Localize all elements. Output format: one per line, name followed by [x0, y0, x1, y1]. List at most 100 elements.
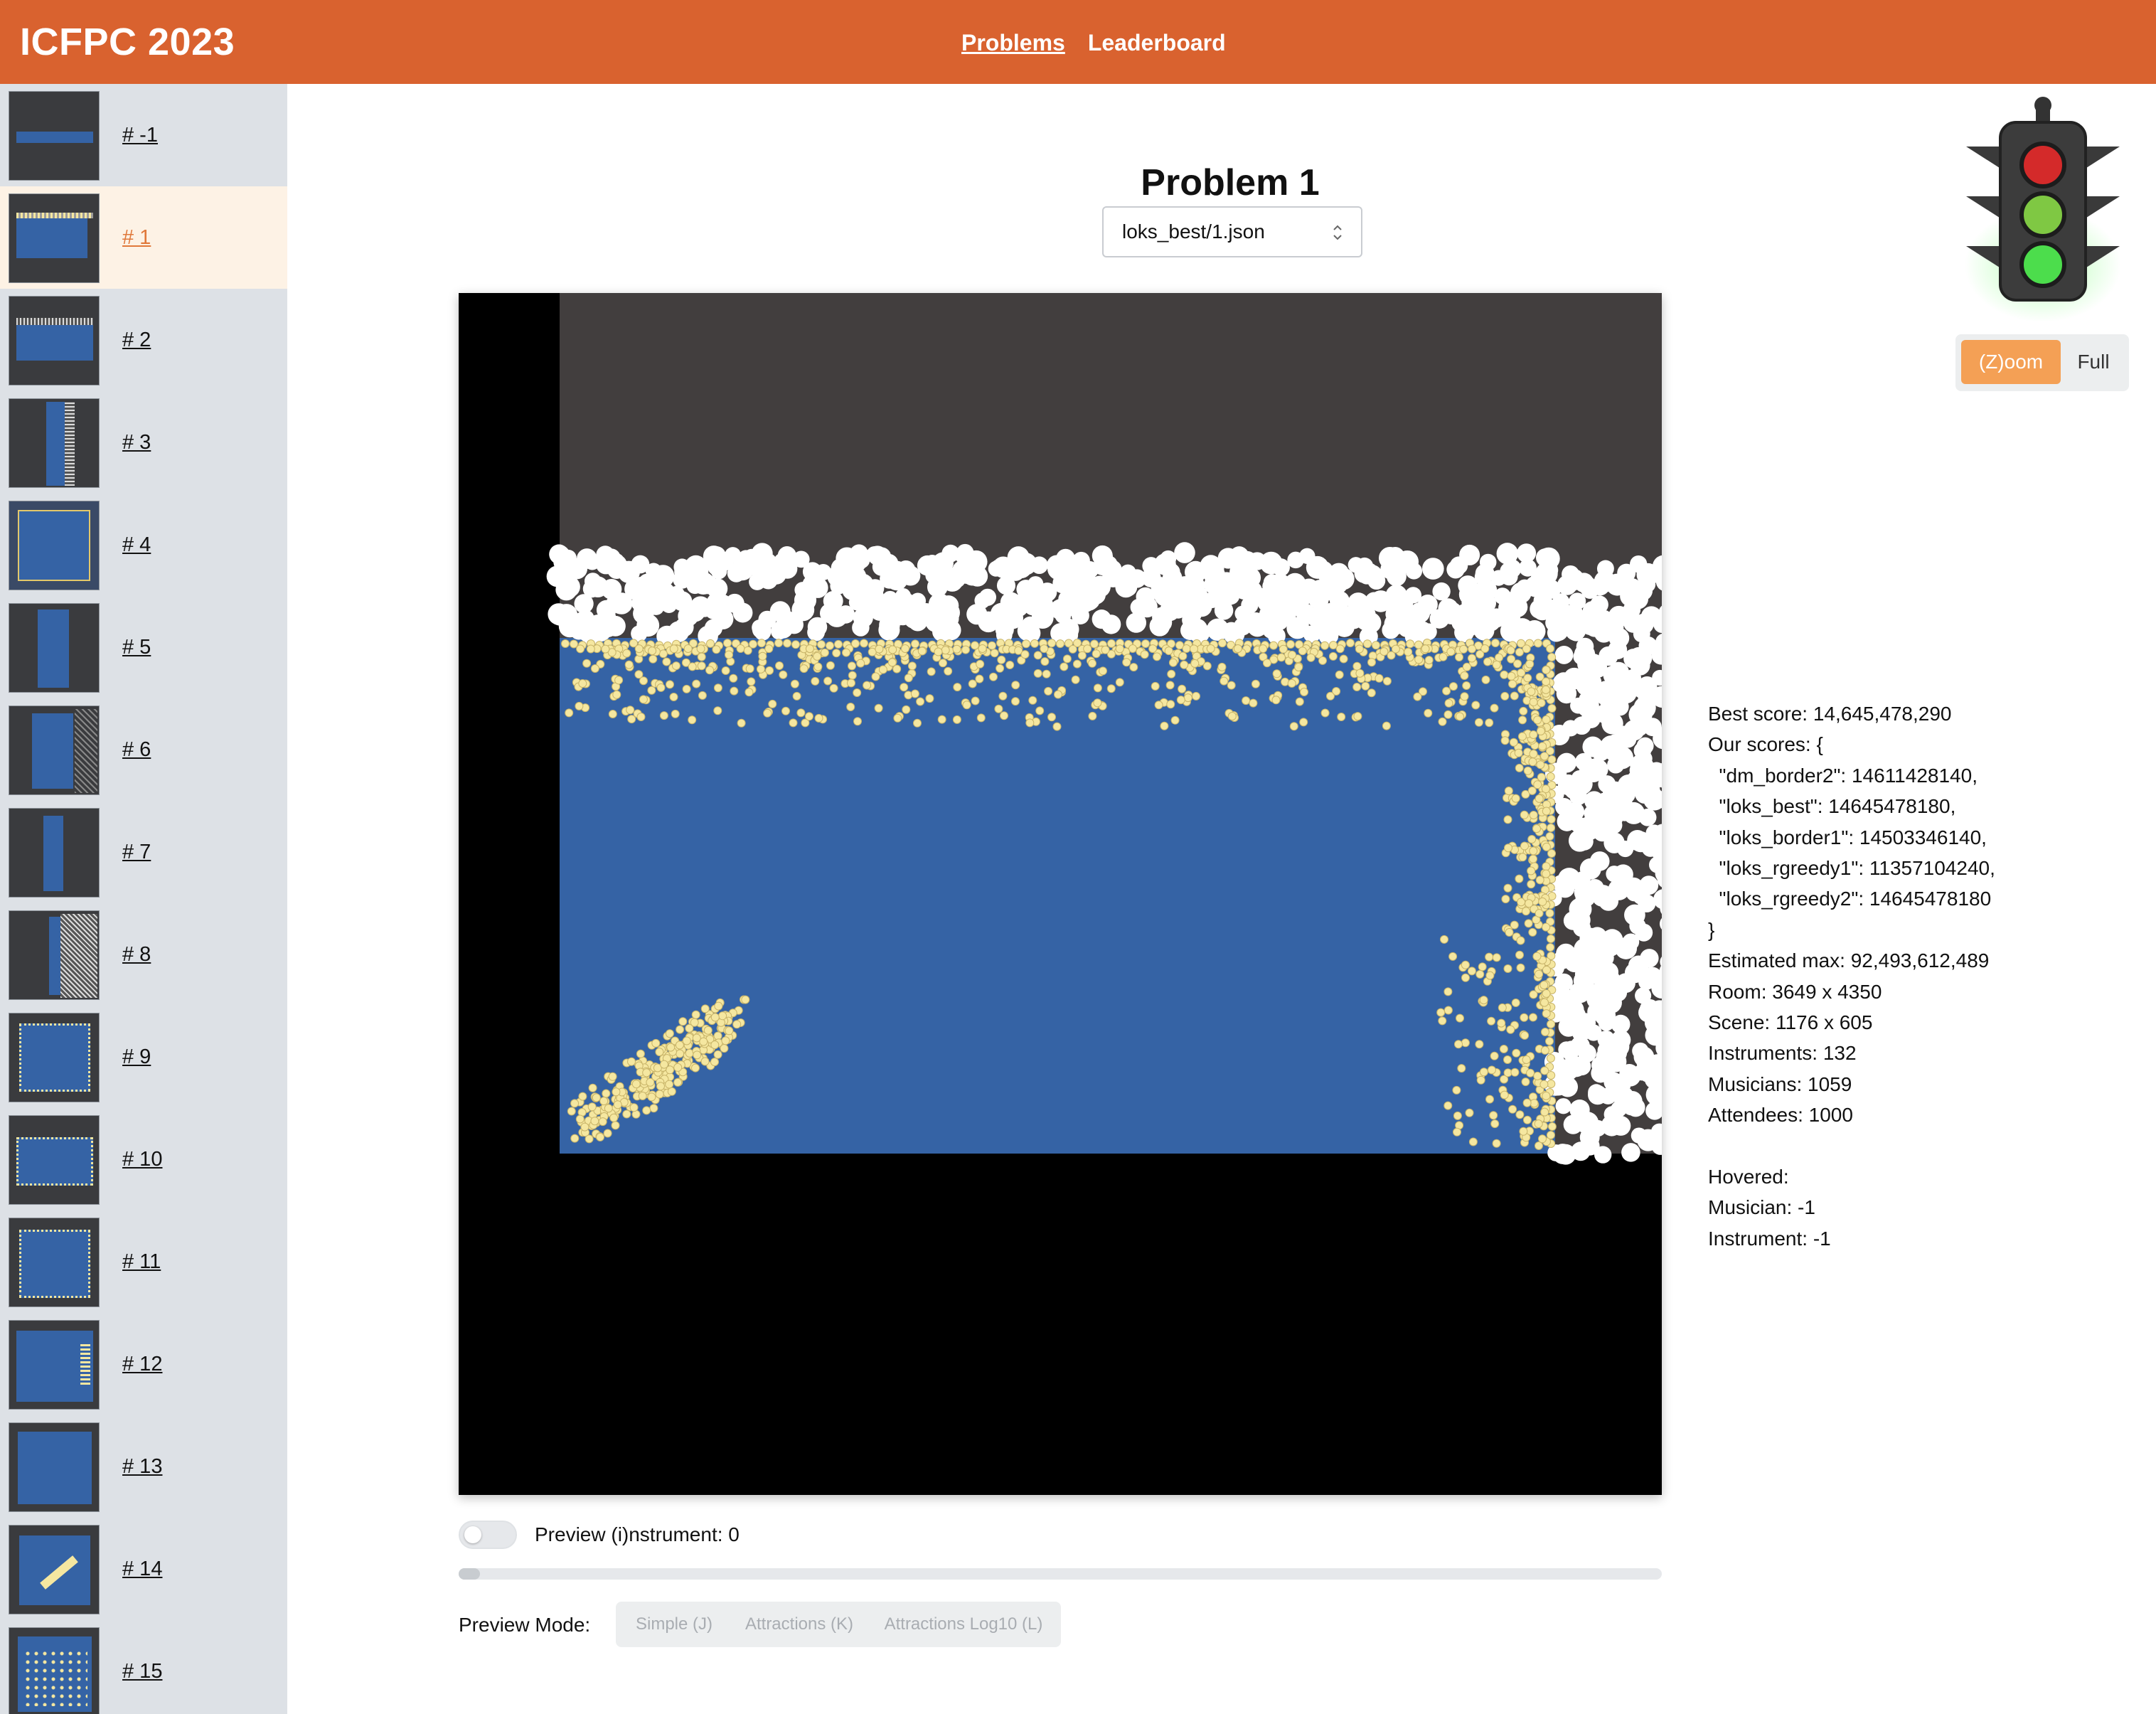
musician-dot: [683, 644, 693, 653]
sidebar-item-problem-15[interactable]: # 15: [0, 1620, 287, 1714]
attendee-dot: [1473, 622, 1492, 640]
sidebar-item-problem-5[interactable]: # 5: [0, 596, 287, 698]
sidebar-item-problem-13[interactable]: # 13: [0, 1415, 287, 1518]
sidebar-item-problem-14[interactable]: # 14: [0, 1518, 287, 1620]
sidebar-item-label[interactable]: # 10: [122, 1145, 162, 1173]
musician-dot: [676, 1025, 685, 1034]
preview-instrument-toggle[interactable]: [459, 1521, 517, 1549]
sidebar-item-label[interactable]: # 11: [122, 1247, 161, 1276]
musician-dot: [1424, 708, 1433, 718]
musician-dot: [647, 686, 656, 695]
sidebar-item-problem--1[interactable]: # -1: [0, 84, 287, 186]
musician-dot: [1456, 712, 1464, 721]
sidebar-item-problem-6[interactable]: # 6: [0, 698, 287, 801]
sidebar-item-problem-8[interactable]: # 8: [0, 903, 287, 1006]
mode-attractions-log-button[interactable]: Attractions Log10 (L): [872, 1607, 1055, 1641]
attendee-dot: [827, 565, 849, 587]
musician-dot: [1471, 701, 1480, 710]
sidebar-item-problem-7[interactable]: # 7: [0, 801, 287, 903]
musician-dot: [1542, 922, 1551, 932]
sidebar-item-label[interactable]: # 9: [122, 1043, 151, 1071]
musician-dot: [1532, 952, 1542, 961]
nav-leaderboard-link[interactable]: Leaderboard: [1088, 27, 1226, 58]
musician-dot: [688, 662, 697, 671]
attendee-dot: [934, 603, 954, 623]
musician-dot: [1507, 671, 1516, 681]
attendee-dot: [769, 601, 791, 622]
musician-dot: [1476, 1075, 1485, 1085]
sidebar-item-label[interactable]: # 3: [122, 428, 151, 457]
attendee-dot: [1516, 579, 1534, 597]
mode-attractions-button[interactable]: Attractions (K): [730, 1607, 869, 1641]
musician-dot: [1519, 706, 1528, 715]
musician-dot: [1481, 675, 1490, 684]
sidebar-item-problem-12[interactable]: # 12: [0, 1313, 287, 1415]
sidebar-item-problem-4[interactable]: # 4: [0, 494, 287, 596]
musician-dot: [612, 690, 621, 699]
preview-mode-label: Preview Mode:: [459, 1614, 591, 1636]
solution-select[interactable]: loks_best/1.json: [1102, 206, 1362, 257]
musician-dot: [1511, 999, 1520, 1007]
musician-dot: [1503, 1055, 1512, 1064]
musician-dot: [1129, 663, 1138, 672]
musician-dot: [1107, 639, 1116, 648]
musician-dot: [1299, 718, 1308, 727]
problem-canvas[interactable]: [459, 293, 1692, 1495]
musician-dot: [1541, 1028, 1549, 1036]
sidebar-item-label[interactable]: # 12: [122, 1350, 162, 1378]
sidebar-item-problem-3[interactable]: # 3: [0, 391, 287, 494]
musician-dot: [1490, 1051, 1499, 1060]
musician-dot: [1534, 639, 1542, 648]
sidebar-item-label[interactable]: # -1: [122, 121, 158, 149]
musician-dot: [1527, 880, 1536, 889]
sidebar-item-label[interactable]: # 8: [122, 940, 151, 969]
sidebar-item-label[interactable]: # 14: [122, 1555, 162, 1583]
musician-dot: [609, 1113, 619, 1122]
sidebar-item-label[interactable]: # 5: [122, 633, 151, 661]
sidebar-item-label[interactable]: # 1: [122, 223, 151, 252]
musician-dot: [682, 684, 691, 693]
sidebar-item-problem-2[interactable]: # 2: [0, 289, 287, 391]
musician-dot: [578, 1092, 587, 1101]
musician-dot: [1446, 647, 1456, 656]
musician-dot: [660, 1060, 668, 1069]
visualization-svg[interactable]: [459, 293, 1692, 1495]
musician-dot: [1233, 644, 1242, 653]
musician-dot: [1452, 1085, 1461, 1095]
musician-dot: [1517, 732, 1527, 741]
musician-dot: [1072, 659, 1082, 669]
musician-dot: [846, 703, 855, 711]
instrument-slider[interactable]: [459, 1568, 1662, 1580]
sidebar-item-label[interactable]: # 13: [122, 1452, 162, 1481]
musician-dot: [996, 664, 1005, 673]
sidebar-item-label[interactable]: # 15: [122, 1657, 162, 1686]
musician-dot: [624, 660, 634, 669]
musician-dot: [1262, 659, 1271, 668]
slider-thumb[interactable]: [459, 1568, 480, 1580]
sidebar-item-label[interactable]: # 6: [122, 735, 151, 764]
nav-problems-link[interactable]: Problems: [961, 27, 1065, 58]
musician-dot: [1337, 713, 1346, 721]
musician-dot: [675, 1040, 684, 1050]
sidebar-item-problem-1[interactable]: # 1: [0, 186, 287, 289]
musician-dot: [1202, 661, 1212, 671]
mode-simple-button[interactable]: Simple (J): [621, 1607, 727, 1641]
full-button[interactable]: Full: [2064, 340, 2123, 384]
sidebar-item-problem-10[interactable]: # 10: [0, 1108, 287, 1210]
app-brand[interactable]: ICFPC 2023: [20, 17, 235, 67]
musician-dot: [1529, 1013, 1537, 1022]
musician-dot: [763, 708, 772, 718]
musician-dot: [796, 708, 806, 718]
sidebar-item-label[interactable]: # 7: [122, 838, 151, 866]
best-score-text: Best score: 14,645,478,290: [1708, 703, 1952, 725]
musician-dot: [1537, 698, 1546, 708]
zoom-button[interactable]: (Z)oom: [1961, 340, 2061, 384]
sidebar-item-problem-11[interactable]: # 11: [0, 1210, 287, 1313]
sidebar-item-label[interactable]: # 4: [122, 531, 151, 559]
sidebar-item-label[interactable]: # 2: [122, 326, 151, 354]
attendee-dot: [995, 620, 1014, 639]
musician-dot: [1499, 1045, 1508, 1053]
musician-dot: [1523, 674, 1532, 683]
attendee-dot: [1588, 1084, 1605, 1101]
sidebar-item-problem-9[interactable]: # 9: [0, 1006, 287, 1108]
